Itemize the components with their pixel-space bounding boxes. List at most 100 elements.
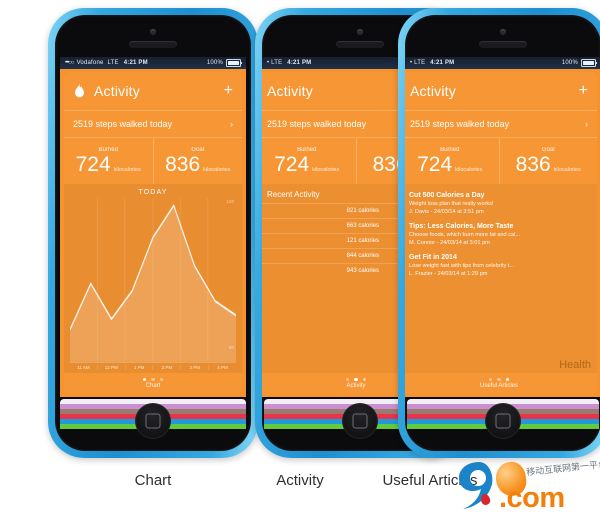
stat-burned-valuerow: 724 kilocalories <box>274 154 339 175</box>
steps-summary-row[interactable]: 2519 steps walked today › <box>64 110 242 138</box>
x-tick-4: 3 PM <box>180 365 208 371</box>
list-item[interactable]: Tips: Less Calories, More Taste Choose fo… <box>405 220 597 251</box>
stats-row: Burned 724 kilocalories Goal 836 <box>64 138 242 184</box>
stat-goal-value: 836 <box>515 153 551 176</box>
article-meta: J. Davis - 24/03/14 at 3:51 pm <box>409 209 484 215</box>
article-title: Get Fit in 2014 <box>409 254 457 261</box>
network-type-label: LTE <box>414 60 426 66</box>
row-calories: 663 calories <box>346 223 379 229</box>
front-camera-icon <box>150 29 156 35</box>
x-tick-0: 11 AM <box>77 365 90 371</box>
flame-icon <box>74 82 85 97</box>
stats-row: Burned 724 kilocalories Goal 836 <box>405 138 597 184</box>
earpiece-speaker-icon <box>336 41 384 48</box>
chart-svg <box>70 198 236 362</box>
articles-foot-label: Useful Articles <box>479 383 518 389</box>
article-description: Choose foods, which burn more fat and ca… <box>409 232 521 238</box>
chevron-right-icon: › <box>585 119 588 129</box>
stat-goal-label: Goal <box>191 147 205 153</box>
watermark-tagline: 移动互联网第一平台 <box>525 459 600 479</box>
chart-title: TODAY <box>138 189 168 196</box>
page-dot-0[interactable] <box>489 377 493 381</box>
stat-burned: Burned 724 kilocalories <box>262 138 356 184</box>
steps-summary-label: 2519 steps walked today <box>73 119 173 129</box>
add-activity-button[interactable]: + <box>579 83 588 99</box>
battery-icon <box>226 59 242 67</box>
home-button[interactable] <box>485 403 521 439</box>
stat-burned-value: 724 <box>75 153 111 176</box>
stat-goal-unit: kilocalories <box>203 167 231 173</box>
articles-list: Cut 500 Calories a Day Weight loss plan t… <box>405 189 597 282</box>
row-calories: 121 calories <box>346 238 379 244</box>
stat-burned-valuerow: 724 kilocalories <box>76 154 141 175</box>
home-button[interactable] <box>342 403 378 439</box>
page-dot-2[interactable] <box>505 377 509 381</box>
article-title: Cut 500 Calories a Day <box>409 192 485 199</box>
steps-summary-label: 2519 steps walked today <box>267 119 367 129</box>
phone-articles: • LTE 4:21 PM 100% Activity + 2519 steps… <box>398 8 600 458</box>
steps-summary-row[interactable]: 2519 steps walked today › <box>405 110 597 138</box>
app-title: Activity <box>94 83 140 99</box>
clock-label: 4:21 PM <box>430 60 455 66</box>
stat-burned: Burned 724 kilocalories <box>405 138 499 184</box>
activity-card: Activity + 2519 steps walked today › Bur… <box>64 72 242 394</box>
earpiece-speaker-icon <box>129 41 177 48</box>
home-button[interactable] <box>135 403 171 439</box>
stat-burned-unit: kilocalories <box>455 167 483 173</box>
signal-strength-icon: • <box>410 60 412 66</box>
phone-bezel: •••○○ Vodafone LTE 4:21 PM 100% Activity… <box>55 15 251 451</box>
article-description: Lose weight fast with tips from celebrit… <box>409 263 515 269</box>
app-title: Activity <box>267 83 313 99</box>
home-square-icon <box>145 413 161 429</box>
health-watermark-label: Health <box>559 358 591 371</box>
page-dot-0[interactable] <box>143 377 147 381</box>
page-dot-2[interactable] <box>159 377 163 381</box>
stat-goal-label: Goal <box>541 147 555 153</box>
row-calories: 943 calories <box>346 268 379 274</box>
page-dot-2[interactable] <box>362 377 366 381</box>
stat-burned-label: Burned <box>98 147 118 153</box>
list-item[interactable]: Cut 500 Calories a Day Weight loss plan t… <box>405 189 597 220</box>
x-tick-5: 4 PM <box>208 365 236 371</box>
status-bar: •••○○ Vodafone LTE 4:21 PM 100% <box>60 57 246 69</box>
page-dot-1[interactable] <box>151 377 155 381</box>
stat-goal: Goal 836 kilocalories <box>498 138 598 184</box>
list-item[interactable]: Get Fit in 2014 Lose weight fast with tip… <box>405 251 597 282</box>
page-indicator-articles[interactable] <box>405 373 597 383</box>
stat-goal-valuerow: 836 kilocalories <box>516 154 581 175</box>
signal-strength-icon: •••○○ <box>65 60 75 66</box>
front-camera-icon <box>500 29 506 35</box>
stat-burned-unit: kilocalories <box>113 167 141 173</box>
stat-burned-label: Burned <box>297 147 317 153</box>
site-watermark: .com 移动互联网第一平台 <box>452 458 600 516</box>
page-dot-1[interactable] <box>354 377 358 381</box>
home-square-icon <box>495 413 511 429</box>
page-dot-1[interactable] <box>497 377 501 381</box>
activity-app: Activity + 2519 steps walked today › Bur… <box>405 69 600 397</box>
stat-burned-label: Burned <box>440 147 460 153</box>
activity-app: Activity + 2519 steps walked today › Bur… <box>60 69 246 397</box>
chart-panel: TODAY 120 80 <box>64 184 242 373</box>
article-meta: M. Connor - 24/03/14 at 3:01 pm <box>409 240 490 246</box>
app-header: Activity + <box>64 72 242 110</box>
stat-goal: Goal 836 kilocalories <box>152 138 243 184</box>
app-header: Activity + <box>405 72 597 110</box>
add-activity-button[interactable]: + <box>224 83 233 99</box>
page-indicator-chart[interactable] <box>64 373 242 383</box>
stat-burned-value: 724 <box>274 153 310 176</box>
screen-chart: •••○○ Vodafone LTE 4:21 PM 100% Activity… <box>60 57 246 397</box>
article-meta: L. Frazier - 24/03/14 at 1:29 pm <box>409 271 488 277</box>
earpiece-speaker-icon <box>479 41 527 48</box>
battery-icon <box>581 59 597 67</box>
steps-summary-label: 2519 steps walked today <box>410 119 510 129</box>
page-dot-0[interactable] <box>346 377 350 381</box>
signal-strength-icon: • <box>267 60 269 66</box>
nine-logo-icon <box>459 462 493 509</box>
app-title: Activity <box>410 83 456 99</box>
stat-burned-value: 724 <box>417 153 453 176</box>
row-calories: 821 calories <box>346 208 379 214</box>
stat-goal-value: 836 <box>165 153 201 176</box>
stat-goal-unit: kilocalories <box>553 167 581 173</box>
stat-burned-unit: kilocalories <box>312 167 340 173</box>
network-type-label: LTE <box>107 60 119 66</box>
